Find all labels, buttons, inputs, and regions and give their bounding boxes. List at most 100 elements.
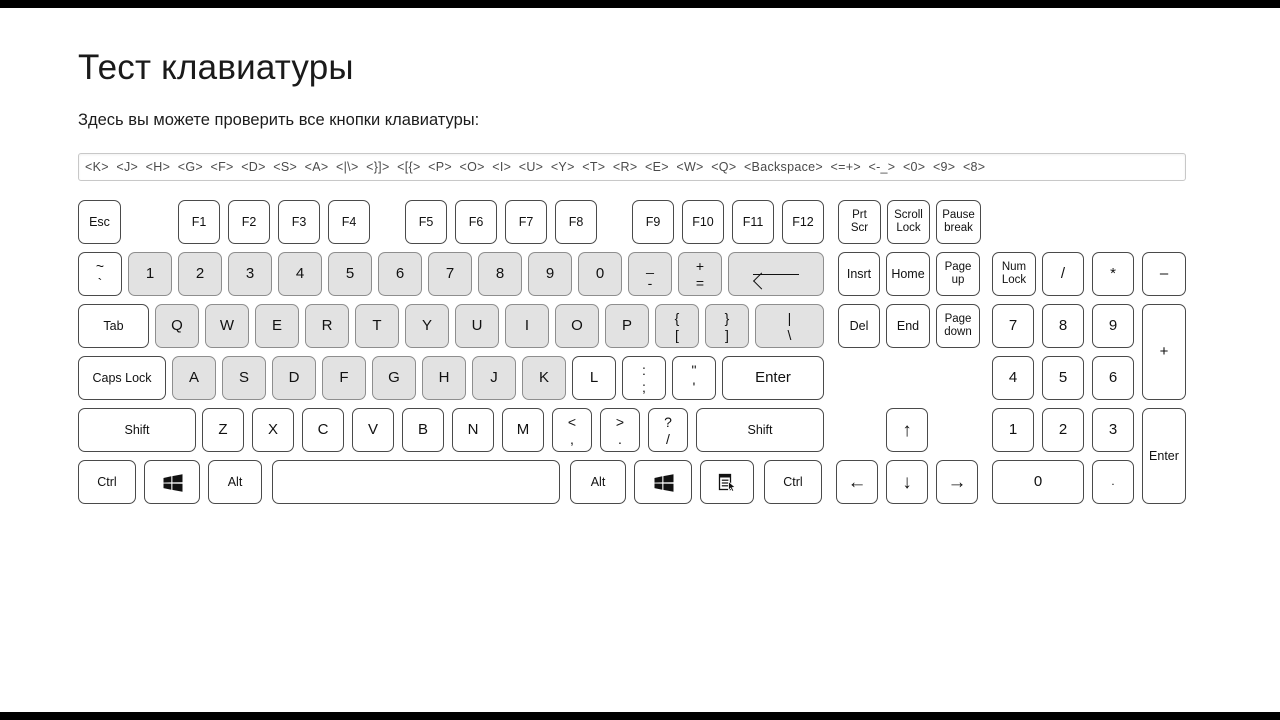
key-equal[interactable]: + = — [678, 252, 722, 296]
key-f1[interactable]: F1 — [178, 200, 220, 244]
key-arrow-left[interactable]: ← — [836, 460, 878, 504]
key-m[interactable]: M — [502, 408, 544, 452]
key-alt-right[interactable]: Alt — [570, 460, 626, 504]
key-1[interactable]: 1 — [128, 252, 172, 296]
key-ctrl-right[interactable]: Ctrl — [764, 460, 822, 504]
key-comma[interactable]: < , — [552, 408, 592, 452]
key-w[interactable]: W — [205, 304, 249, 348]
key-f10[interactable]: F10 — [682, 200, 724, 244]
key-home[interactable]: Home — [886, 252, 930, 296]
key-minus[interactable]: _ - — [628, 252, 672, 296]
key-f6[interactable]: F6 — [455, 200, 497, 244]
key-numpad-3[interactable]: 3 — [1092, 408, 1134, 452]
key-k[interactable]: K — [522, 356, 566, 400]
key-num-lock[interactable]: Num Lock — [992, 252, 1036, 296]
key-o[interactable]: O — [555, 304, 599, 348]
key-delete[interactable]: Del — [838, 304, 880, 348]
key-0[interactable]: 0 — [578, 252, 622, 296]
key-numpad-9[interactable]: 9 — [1092, 304, 1134, 348]
key-page-down[interactable]: Page down — [936, 304, 980, 348]
key-pause-break[interactable]: Pause break — [936, 200, 981, 244]
key-arrow-down[interactable]: ↓ — [886, 460, 928, 504]
key-n[interactable]: N — [452, 408, 494, 452]
key-s[interactable]: S — [222, 356, 266, 400]
key-period[interactable]: > . — [600, 408, 640, 452]
key-i[interactable]: I — [505, 304, 549, 348]
key-f3[interactable]: F3 — [278, 200, 320, 244]
key-windows-right[interactable] — [634, 460, 692, 504]
key-numpad-2[interactable]: 2 — [1042, 408, 1084, 452]
key-numpad-add[interactable]: + — [1142, 304, 1186, 400]
key-u[interactable]: U — [455, 304, 499, 348]
key-f12[interactable]: F12 — [782, 200, 824, 244]
key-y[interactable]: Y — [405, 304, 449, 348]
key-bracket-right[interactable]: } ] — [705, 304, 749, 348]
key-numpad-enter[interactable]: Enter — [1142, 408, 1186, 504]
key-print-screen[interactable]: Prt Scr — [838, 200, 881, 244]
key-5[interactable]: 5 — [328, 252, 372, 296]
key-insert[interactable]: Insrt — [838, 252, 880, 296]
key-tab[interactable]: Tab — [78, 304, 149, 348]
key-f9[interactable]: F9 — [632, 200, 674, 244]
key-4[interactable]: 4 — [278, 252, 322, 296]
key-numpad-divide[interactable]: / — [1042, 252, 1084, 296]
key-numpad-4[interactable]: 4 — [992, 356, 1034, 400]
key-7[interactable]: 7 — [428, 252, 472, 296]
key-2[interactable]: 2 — [178, 252, 222, 296]
key-l[interactable]: L — [572, 356, 616, 400]
key-enter[interactable]: Enter — [722, 356, 824, 400]
key-t[interactable]: T — [355, 304, 399, 348]
key-numpad-6[interactable]: 6 — [1092, 356, 1134, 400]
key-f7[interactable]: F7 — [505, 200, 547, 244]
key-b[interactable]: B — [402, 408, 444, 452]
key-numpad-subtract[interactable]: – — [1142, 252, 1186, 296]
key-numpad-8[interactable]: 8 — [1042, 304, 1084, 348]
key-f2[interactable]: F2 — [228, 200, 270, 244]
key-v[interactable]: V — [352, 408, 394, 452]
key-x[interactable]: X — [252, 408, 294, 452]
key-f4[interactable]: F4 — [328, 200, 370, 244]
key-3[interactable]: 3 — [228, 252, 272, 296]
key-esc[interactable]: Esc — [78, 200, 121, 244]
key-9[interactable]: 9 — [528, 252, 572, 296]
key-arrow-up[interactable]: ↑ — [886, 408, 928, 452]
key-semicolon[interactable]: : ; — [622, 356, 666, 400]
key-alt-left[interactable]: Alt — [208, 460, 262, 504]
key-p[interactable]: P — [605, 304, 649, 348]
key-space[interactable] — [272, 460, 560, 504]
key-shift-left[interactable]: Shift — [78, 408, 196, 452]
key-z[interactable]: Z — [202, 408, 244, 452]
key-f11[interactable]: F11 — [732, 200, 774, 244]
key-numpad-multiply[interactable]: * — [1092, 252, 1134, 296]
key-page-up[interactable]: Page up — [936, 252, 980, 296]
key-bracket-left[interactable]: { [ — [655, 304, 699, 348]
key-quote[interactable]: " ' — [672, 356, 716, 400]
key-j[interactable]: J — [472, 356, 516, 400]
key-windows-left[interactable] — [144, 460, 200, 504]
key-numpad-decimal[interactable]: . — [1092, 460, 1134, 504]
key-e[interactable]: E — [255, 304, 299, 348]
key-backslash[interactable]: | \ — [755, 304, 824, 348]
key-numpad-5[interactable]: 5 — [1042, 356, 1084, 400]
key-slash[interactable]: ? / — [648, 408, 688, 452]
key-f[interactable]: F — [322, 356, 366, 400]
key-scroll-lock[interactable]: Scroll Lock — [887, 200, 930, 244]
key-h[interactable]: H — [422, 356, 466, 400]
key-d[interactable]: D — [272, 356, 316, 400]
key-r[interactable]: R — [305, 304, 349, 348]
key-numpad-7[interactable]: 7 — [992, 304, 1034, 348]
key-numpad-0[interactable]: 0 — [992, 460, 1084, 504]
key-context-menu[interactable] — [700, 460, 754, 504]
key-f8[interactable]: F8 — [555, 200, 597, 244]
key-backquote[interactable]: ~ ` — [78, 252, 122, 296]
key-end[interactable]: End — [886, 304, 930, 348]
key-caps-lock[interactable]: Caps Lock — [78, 356, 166, 400]
key-arrow-right[interactable]: → — [936, 460, 978, 504]
key-6[interactable]: 6 — [378, 252, 422, 296]
key-8[interactable]: 8 — [478, 252, 522, 296]
key-q[interactable]: Q — [155, 304, 199, 348]
key-c[interactable]: C — [302, 408, 344, 452]
key-backspace[interactable] — [728, 252, 824, 296]
key-f5[interactable]: F5 — [405, 200, 447, 244]
key-g[interactable]: G — [372, 356, 416, 400]
